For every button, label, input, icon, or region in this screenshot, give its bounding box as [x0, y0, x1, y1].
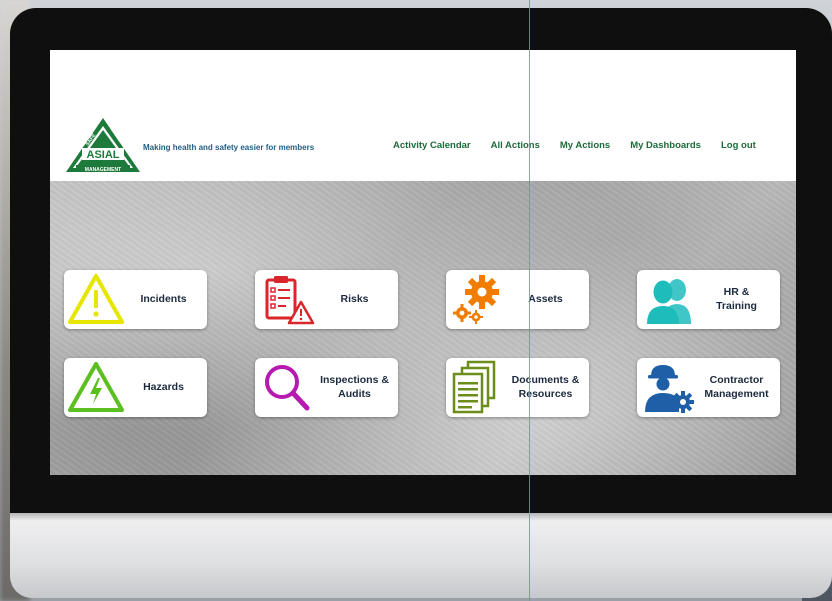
main-nav: Activity Calendar All Actions My Actions… — [393, 140, 776, 151]
site-tagline: Making health and safety easier for memb… — [143, 143, 315, 152]
tile-label: Incidents — [140, 292, 187, 305]
nav-all-actions[interactable]: All Actions — [491, 140, 540, 151]
tile-assets[interactable]: Assets — [446, 270, 589, 329]
tile-hr-training[interactable]: HR & Training — [637, 270, 780, 329]
tile-label: Documents & Resources — [511, 374, 580, 400]
people-icon — [647, 279, 691, 324]
tile-label: Assets — [528, 292, 563, 305]
app-screen: ASIAL MANAGEMENT SAFE WORKPLACE Making h… — [50, 50, 796, 475]
monitor: ASIAL MANAGEMENT SAFE WORKPLACE Making h… — [10, 8, 832, 598]
tile-label: Risks — [340, 292, 369, 305]
warning-triangle-icon — [68, 274, 124, 324]
nav-my-dashboards[interactable]: My Dashboards — [630, 140, 701, 151]
site-header: ASIAL MANAGEMENT SAFE WORKPLACE Making h… — [50, 50, 796, 181]
tile-inspections-audits[interactable]: Inspections & Audits — [255, 358, 398, 417]
gears-icon — [453, 275, 499, 324]
nav-log-out[interactable]: Log out — [721, 140, 756, 151]
contractor-icon — [645, 365, 694, 413]
tile-documents-resources[interactable]: Documents & Resources — [446, 358, 589, 417]
asial-logo[interactable]: ASIAL MANAGEMENT SAFE WORKPLACE — [64, 116, 142, 174]
tile-label: Contractor Management — [704, 374, 769, 400]
documents-icon — [452, 360, 496, 414]
tile-incidents[interactable]: Incidents — [64, 270, 207, 329]
nav-activity-calendar[interactable]: Activity Calendar — [393, 140, 471, 151]
vertical-guide-line — [529, 0, 530, 601]
tiles-area: Incidents Risks Assets HR & Training Haz… — [50, 181, 796, 475]
tile-contractor-management[interactable]: Contractor Management — [637, 358, 780, 417]
tile-hazards[interactable]: Hazards — [64, 358, 207, 417]
electrical-hazard-icon — [68, 362, 124, 412]
risk-checklist-icon — [265, 276, 315, 325]
tile-label: HR & Training — [716, 286, 757, 312]
svg-text:MANAGEMENT: MANAGEMENT — [85, 167, 121, 173]
monitor-chin — [10, 513, 832, 598]
tile-risks[interactable]: Risks — [255, 270, 398, 329]
tile-label: Hazards — [143, 380, 184, 393]
tile-label: Inspections & Audits — [320, 374, 389, 400]
magnifier-icon — [265, 365, 310, 411]
nav-my-actions[interactable]: My Actions — [560, 140, 610, 151]
svg-text:ASIAL: ASIAL — [87, 149, 120, 161]
